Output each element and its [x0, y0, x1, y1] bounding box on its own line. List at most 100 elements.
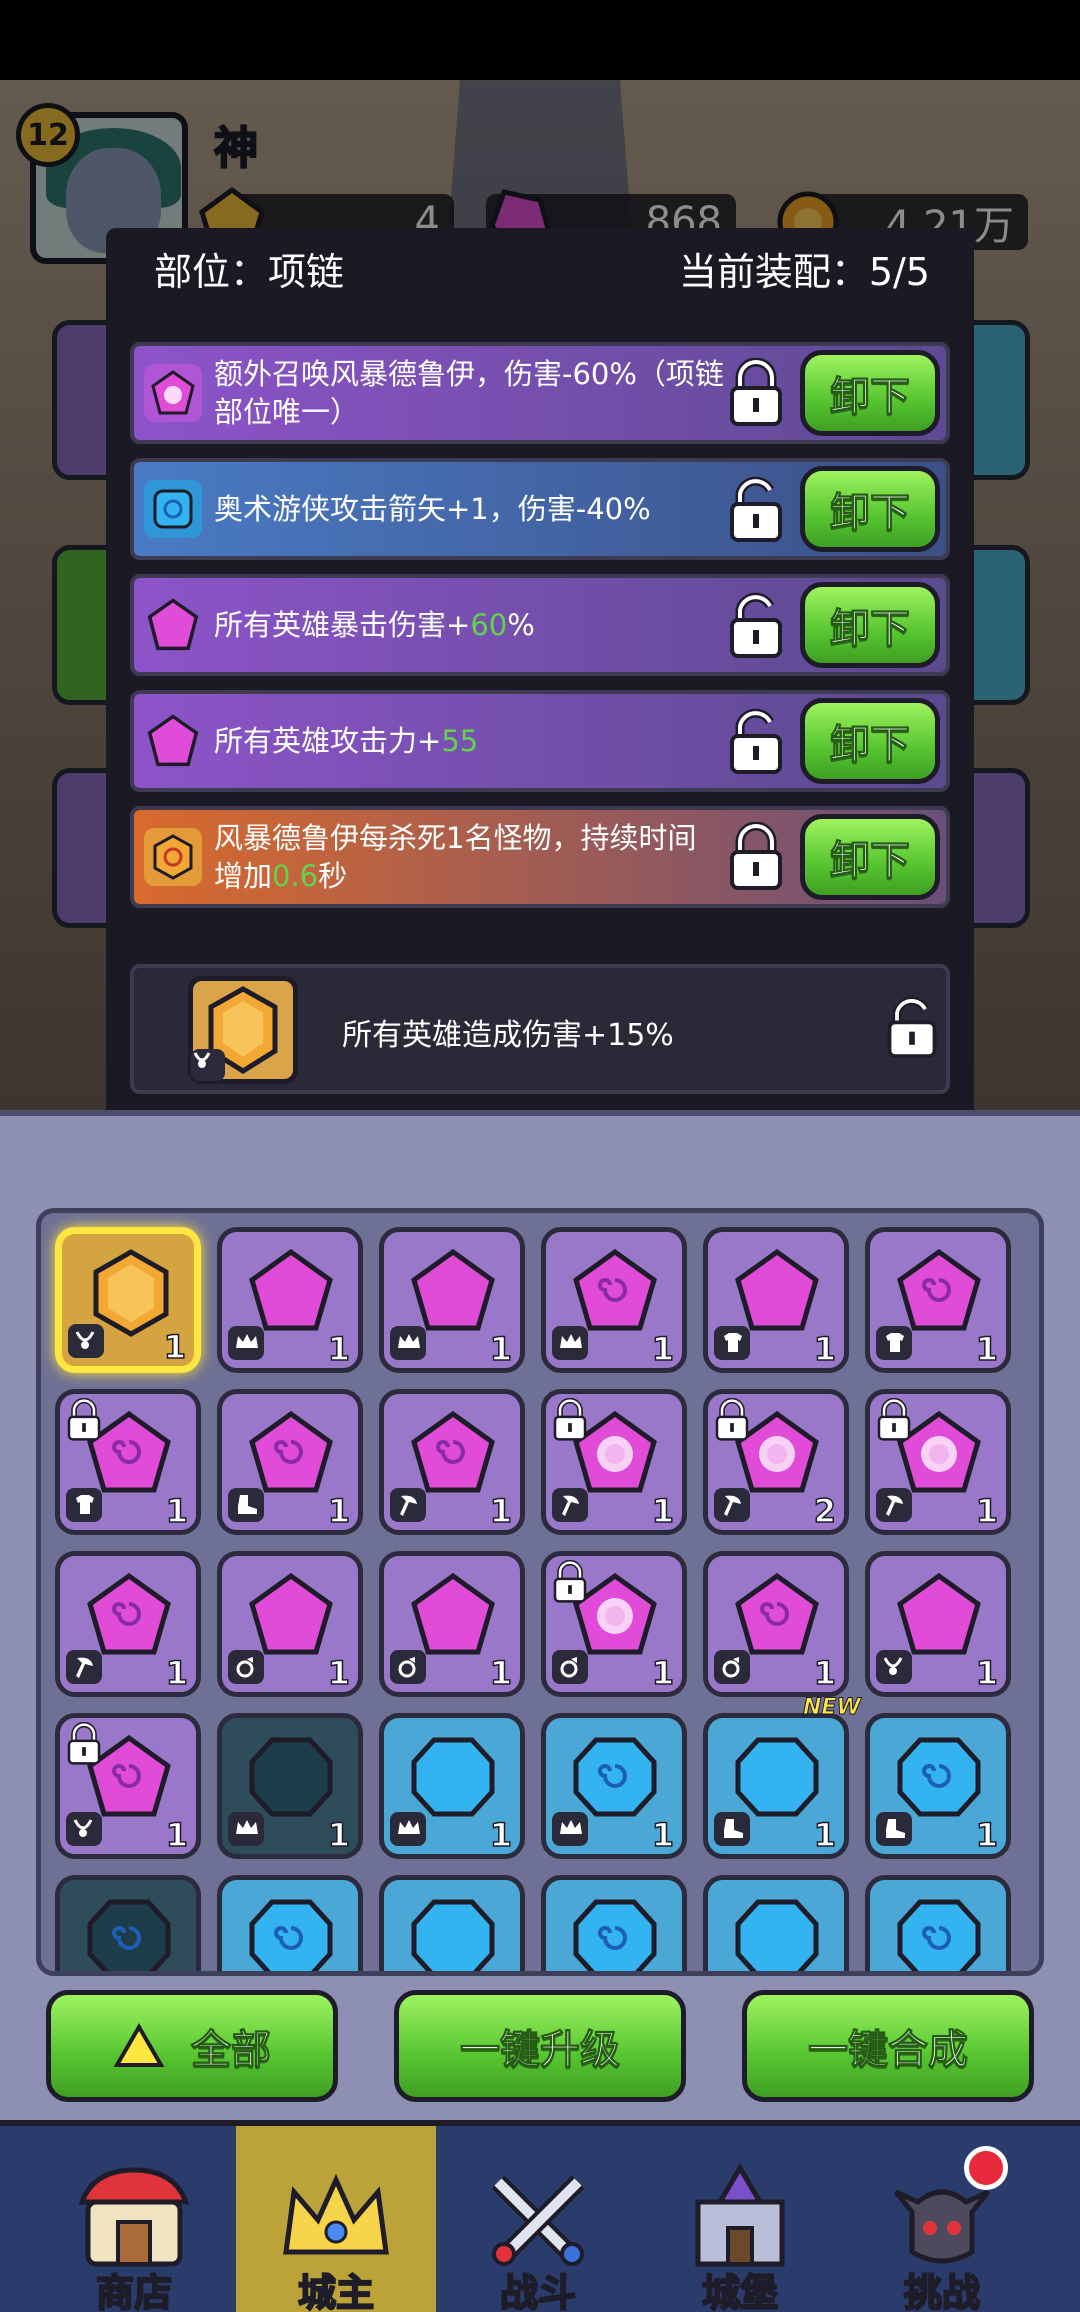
inventory-slot[interactable]: 1	[703, 1227, 849, 1373]
item-count: 1	[489, 1491, 513, 1531]
tab-battle[interactable]: 战斗	[438, 2126, 638, 2312]
crown-slot-icon	[390, 1812, 426, 1846]
inventory-slot[interactable]: 1	[541, 1389, 687, 1535]
item-count: 1	[975, 1653, 999, 1693]
inventory-slot[interactable]: 1	[217, 1227, 363, 1373]
blue-swirl-gem-icon	[573, 1899, 657, 1971]
ring-slot-icon	[390, 1650, 426, 1684]
affix-value: 55	[441, 724, 479, 758]
tab-lord-label: 城主	[297, 2270, 375, 2312]
blue-swirl-gem-icon	[897, 1737, 981, 1817]
item-count: 1	[327, 1491, 351, 1531]
purple-gem-icon	[411, 1248, 495, 1331]
affix-row: 风暴德鲁伊每杀死1名怪物，持续时间增加0.6秒 卸下	[130, 806, 950, 908]
tab-lord[interactable]: 城主	[236, 2126, 436, 2312]
purple-swirl-gem-icon	[411, 1410, 495, 1493]
purple-swirl-gem-icon	[573, 1248, 657, 1331]
crown-icon	[283, 2173, 389, 2255]
blue-swirl-gem-icon	[573, 1737, 657, 1817]
inventory-slot[interactable]: 1	[55, 1551, 201, 1697]
item-count: 1	[651, 1815, 675, 1855]
affix-text-prefix: 所有英雄攻击力+	[214, 724, 442, 758]
inventory-slot[interactable]: 1	[379, 1389, 525, 1535]
inventory-slot[interactable]: 1	[55, 1713, 201, 1859]
pink-gem-icon	[144, 712, 202, 770]
inventory-slot[interactable]: 1	[541, 1551, 687, 1697]
inventory-slot[interactable]: 1	[55, 1389, 201, 1535]
crown-slot-icon	[228, 1326, 264, 1360]
inventory-slot[interactable]	[379, 1875, 525, 1971]
dark-swirl-gem-icon	[87, 1899, 171, 1971]
unlocked-padlock-icon[interactable]	[724, 474, 788, 544]
filter-all-label: 全部	[191, 2027, 272, 2074]
unlocked-padlock-icon[interactable]	[724, 590, 788, 660]
tab-challenge[interactable]: 挑战	[842, 2126, 1042, 2312]
castle-icon	[695, 2163, 785, 2267]
affix-text-suffix: %	[507, 608, 535, 642]
one-click-merge-button[interactable]: 一键合成	[742, 1990, 1034, 2102]
inventory-slot[interactable]	[703, 1875, 849, 1971]
inventory-slot[interactable]: 1	[865, 1227, 1011, 1373]
inventory-slot[interactable]: 1	[541, 1713, 687, 1859]
filter-all-button[interactable]: 全部	[46, 1990, 338, 2102]
unlocked-padlock-icon[interactable]	[724, 706, 788, 776]
inventory-slot[interactable]: 2	[703, 1389, 849, 1535]
item-count: 1	[813, 1653, 837, 1693]
unequip-button[interactable]: 卸下	[800, 814, 940, 900]
tab-castle[interactable]: 城堡	[640, 2126, 840, 2312]
unequip-button[interactable]: 卸下	[800, 350, 940, 436]
locked-padlock-icon	[67, 1722, 101, 1765]
inventory-slot[interactable]: 1	[541, 1227, 687, 1373]
tab-shop[interactable]: 商店	[34, 2126, 234, 2312]
inventory-slot[interactable]	[541, 1875, 687, 1971]
inventory-slot[interactable]: 1	[379, 1551, 525, 1697]
shirt-slot-icon	[714, 1326, 750, 1360]
inventory-slot[interactable]: 1	[217, 1713, 363, 1859]
inventory-slot[interactable]: 1	[865, 1551, 1011, 1697]
inventory-slot[interactable]: 1	[703, 1713, 849, 1859]
inventory-slot[interactable]: 1	[865, 1389, 1011, 1535]
crown-slot-icon	[552, 1812, 588, 1846]
item-count: 1	[165, 1491, 189, 1531]
item-count: 1	[327, 1653, 351, 1693]
inventory-slot[interactable]: 1	[865, 1713, 1011, 1859]
affix-text: 风暴德鲁伊每杀死1名怪物，持续时间增加0.6秒	[214, 819, 724, 895]
triangle-filter-icon	[113, 2023, 165, 2067]
affix-value: 0.6	[272, 859, 319, 893]
affix-row: 奥术游侠攻击箭矢+1，伤害-40% 卸下	[130, 458, 950, 560]
crown-slot-icon	[390, 1326, 426, 1360]
inventory-slot[interactable]: 1	[217, 1551, 363, 1697]
inventory-slot[interactable]	[55, 1875, 201, 1971]
shirt-slot-icon	[876, 1326, 912, 1360]
locked-padlock-icon[interactable]	[724, 822, 788, 892]
blue-gem-icon	[411, 1737, 495, 1817]
inventory-slot[interactable]: 1	[55, 1227, 201, 1373]
inventory-slot[interactable]	[865, 1875, 1011, 1971]
affix-value: 60	[470, 608, 508, 642]
inventory-slot[interactable]: 1	[379, 1713, 525, 1859]
purple-gem-icon	[735, 1248, 819, 1331]
unlocked-padlock-icon[interactable]	[882, 994, 942, 1060]
boot-slot-icon	[228, 1488, 264, 1522]
item-count: 1	[165, 1815, 189, 1855]
blue-gem-icon	[735, 1737, 819, 1817]
unequip-button[interactable]: 卸下	[800, 466, 940, 552]
inventory-slot[interactable]	[217, 1875, 363, 1971]
inventory-slot[interactable]: 1	[217, 1389, 363, 1535]
axe-slot-icon	[552, 1488, 588, 1522]
item-count: 1	[489, 1653, 513, 1693]
new-badge: NEW	[803, 1695, 862, 1721]
locked-padlock-icon[interactable]	[724, 358, 788, 428]
tab-challenge-label: 挑战	[903, 2270, 981, 2312]
one-click-upgrade-button[interactable]: 一键升级	[394, 1990, 686, 2102]
affix-text-prefix: 所有英雄暴击伤害+	[214, 608, 471, 642]
amulet-slot-icon	[191, 1049, 225, 1081]
crown-slot-icon	[228, 1812, 264, 1846]
purple-swirl-gem-icon	[897, 1248, 981, 1331]
unequip-button[interactable]: 卸下	[800, 698, 940, 784]
inventory-slot[interactable]: 1	[379, 1227, 525, 1373]
inventory-slot[interactable]: 1	[703, 1551, 849, 1697]
slot-label: 部位：项链	[154, 249, 345, 294]
unequip-button[interactable]: 卸下	[800, 582, 940, 668]
purple-gem-icon	[249, 1248, 333, 1331]
